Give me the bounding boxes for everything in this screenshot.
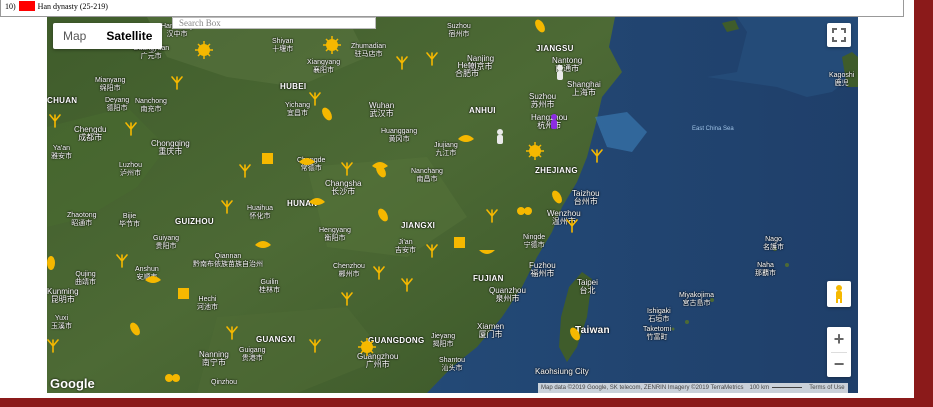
branch-icon[interactable] <box>373 266 385 280</box>
search-input[interactable]: Search Box <box>172 17 376 29</box>
person-icon[interactable] <box>497 129 503 144</box>
sun-icon[interactable] <box>323 36 341 54</box>
leaf-icon[interactable] <box>165 374 173 382</box>
leaf-icon[interactable] <box>178 288 189 299</box>
sun-icon[interactable] <box>195 41 213 59</box>
legend-number: 10) <box>5 1 16 11</box>
frame-border-bottom <box>0 398 933 407</box>
branch-icon[interactable] <box>125 122 137 136</box>
terms-link[interactable]: Terms of Use <box>806 383 847 393</box>
leaf-icon[interactable] <box>568 326 582 342</box>
branch-icon[interactable] <box>221 200 233 214</box>
map-type-map-button[interactable]: Map <box>53 23 96 49</box>
branch-icon[interactable] <box>566 219 578 233</box>
google-logo: Google <box>50 376 95 391</box>
leaf-icon[interactable] <box>458 135 474 142</box>
leaf-icon[interactable] <box>128 321 142 337</box>
leaf-icon[interactable] <box>550 189 564 205</box>
leaf-icon[interactable] <box>172 374 180 382</box>
branch-icon[interactable] <box>171 76 183 90</box>
leaf-icon[interactable] <box>479 250 495 254</box>
branch-icon[interactable] <box>396 56 408 70</box>
leaf-icon[interactable] <box>524 207 532 215</box>
branch-icon[interactable] <box>47 339 59 353</box>
leaf-icon[interactable] <box>47 256 55 270</box>
leaf-icon[interactable] <box>255 241 271 248</box>
legend-strip: 10) Han dynasty (25-219) <box>0 0 904 17</box>
scale-bar <box>772 383 803 388</box>
branch-icon[interactable] <box>426 52 438 66</box>
street-view-button[interactable] <box>827 281 851 307</box>
leaf-icon[interactable] <box>517 207 525 215</box>
branch-icon[interactable] <box>591 149 603 163</box>
leaf-icon[interactable] <box>454 237 465 248</box>
leaf-icon[interactable] <box>145 276 161 283</box>
zoom-divider <box>831 352 847 353</box>
map-type-control: Map Satellite <box>53 23 163 49</box>
pegman-icon <box>836 285 842 303</box>
scale-label[interactable]: 100 km <box>747 383 773 393</box>
branch-icon[interactable] <box>341 162 353 176</box>
leaf-icon[interactable] <box>372 162 388 169</box>
map-type-satellite-button[interactable]: Satellite <box>96 23 162 49</box>
fullscreen-button[interactable] <box>827 23 851 47</box>
branch-icon[interactable] <box>401 278 413 292</box>
zoom-control: + − <box>827 327 851 377</box>
leaf-icon[interactable] <box>376 207 390 223</box>
map-viewport[interactable]: JIANGSU HUBEI ANHUI CHUAN GUIZHOU HUNAN … <box>47 17 858 393</box>
zoom-out-button[interactable]: − <box>827 352 851 377</box>
map-attribution: Map data ©2019 Google, SK telecom, ZENRI… <box>538 383 848 393</box>
branch-icon[interactable] <box>116 254 128 268</box>
leaf-icon[interactable] <box>309 198 325 205</box>
legend-swatch <box>18 1 35 11</box>
branch-icon[interactable] <box>486 209 498 223</box>
zoom-in-button[interactable]: + <box>827 327 851 352</box>
frame-border-right <box>914 0 933 407</box>
leaf-icon[interactable] <box>262 153 273 164</box>
sun-icon[interactable] <box>526 142 544 160</box>
leaf-icon[interactable] <box>299 158 315 165</box>
attribution-text: Map data ©2019 Google, SK telecom, ZENRI… <box>541 385 744 391</box>
branch-icon[interactable] <box>239 164 251 178</box>
legend-label: Han dynasty (25-219) <box>37 1 108 11</box>
branch-icon[interactable] <box>309 92 321 106</box>
branch-icon[interactable] <box>426 244 438 258</box>
fullscreen-icon <box>832 28 846 42</box>
person-icon[interactable] <box>557 65 563 80</box>
legend-item: 10) Han dynasty (25-219) <box>5 0 108 12</box>
marker-layer <box>47 18 603 382</box>
branch-icon[interactable] <box>309 339 321 353</box>
branch-icon[interactable] <box>49 114 61 128</box>
sun-icon[interactable] <box>358 338 376 356</box>
leaf-icon[interactable] <box>533 18 547 34</box>
branch-icon[interactable] <box>341 292 353 306</box>
branch-icon[interactable] <box>226 326 238 340</box>
person-icon[interactable] <box>551 114 557 129</box>
leaf-icon[interactable] <box>320 106 334 122</box>
